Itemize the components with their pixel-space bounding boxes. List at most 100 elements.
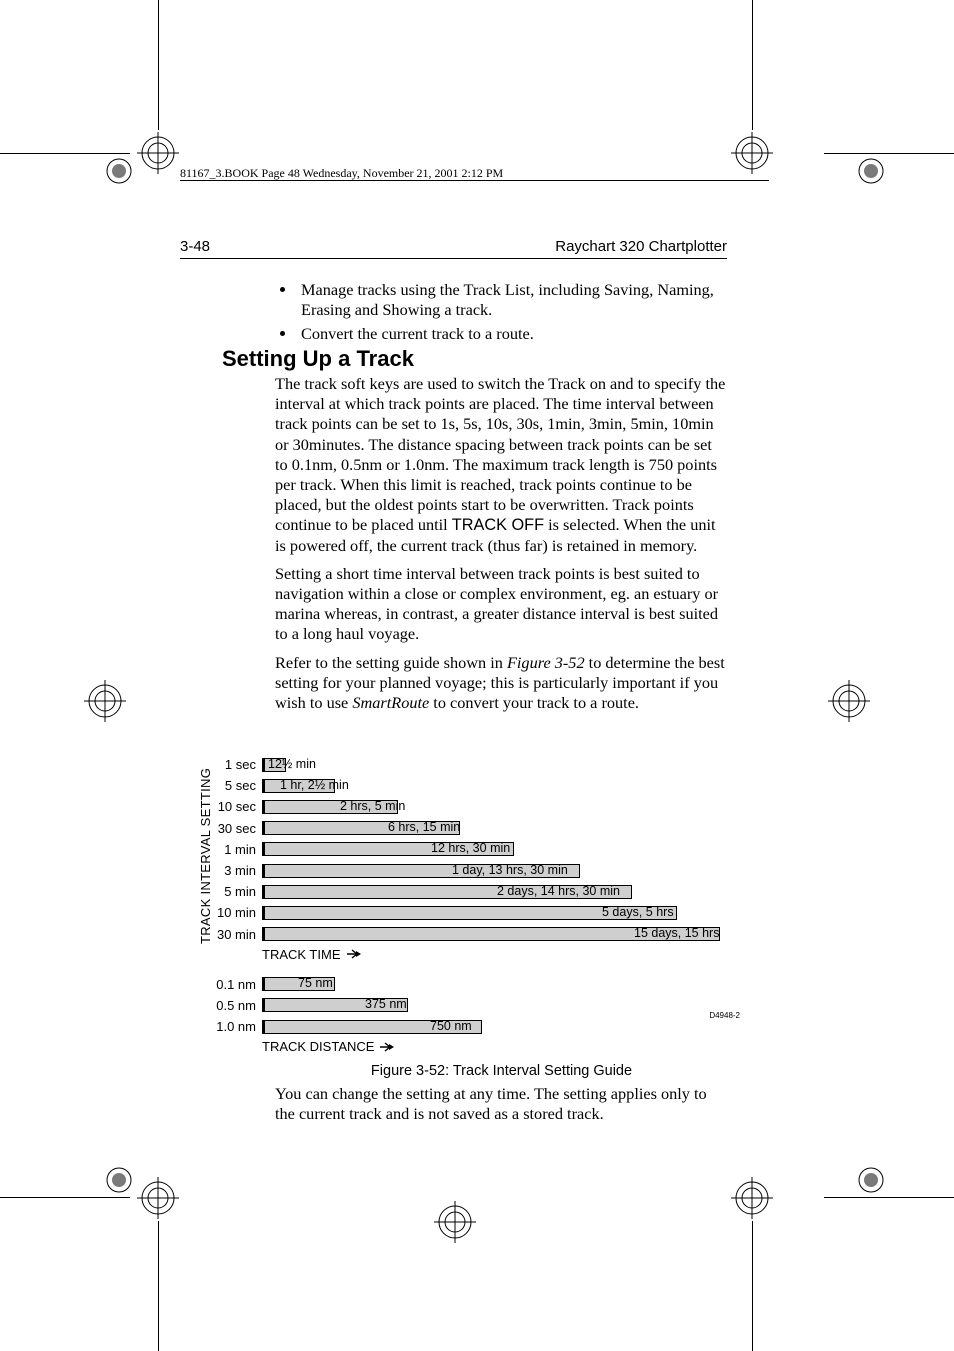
book-info: 81167_3.BOOK Page 48 Wednesday, November… <box>180 166 503 181</box>
chart-bar-row: 10 sec2 hrs, 5 min <box>200 796 730 817</box>
chart-bar-row: 1.0 nm 750 nm <box>200 1016 730 1037</box>
bullet-item: Convert the current track to a route. <box>297 324 728 344</box>
body-column: The track soft keys are used to switch t… <box>275 374 728 721</box>
paragraph: Refer to the setting guide shown in Figu… <box>275 653 728 714</box>
page-header: 3-48 Raychart 320 Chartplotter <box>180 238 727 255</box>
chart-bar-axis-tick <box>262 842 265 856</box>
chart-figure-id: D4948-2 <box>709 1011 740 1020</box>
paragraph: You can change the setting at any time. … <box>275 1084 728 1124</box>
chart-bar-row: 1 sec12½ min <box>200 754 730 775</box>
figure-ref: Figure 3-52 <box>507 653 585 672</box>
chart-bar-row: 0.5 nm 375 nm <box>200 995 730 1016</box>
chart-bar-axis-tick <box>262 977 265 991</box>
chart-bar-value: 5 days, 5 hrs <box>602 905 674 919</box>
bullet-list: Manage tracks using the Track List, incl… <box>275 280 728 345</box>
smartroute-term: SmartRoute <box>352 693 429 712</box>
chart-bar-value: 1 hr, 2½ min <box>280 778 349 792</box>
chart-bar-value: 12 hrs, 30 min <box>431 841 510 855</box>
chart-bar-axis-tick <box>262 1020 265 1034</box>
chart-bar-axis-tick <box>262 779 265 793</box>
chart-bar-value: 6 hrs, 15 min <box>388 820 460 834</box>
chart-bar-axis-tick <box>262 885 265 899</box>
arrow-right-icon <box>380 1042 394 1052</box>
chart-bar-wrap: 5 days, 5 hrs <box>262 906 722 920</box>
chart-distance-rows: 0.1 nm 75 nm 0.5 nm 375 nm 1.0 nm 750 nm <box>200 974 730 1038</box>
section-heading: Setting Up a Track <box>222 346 414 372</box>
chart-bar-value: 15 days, 15 hrs <box>634 926 719 940</box>
chart-bar-row: 3 min1 day, 13 hrs, 30 min <box>200 860 730 881</box>
chart-category-label: 0.5 nm <box>200 998 262 1013</box>
chart-bar-row: 5 sec1 hr, 2½ min <box>200 775 730 796</box>
chart-bar-wrap: 6 hrs, 15 min <box>262 821 722 835</box>
chart-time-rows: 1 sec12½ min5 sec1 hr, 2½ min10 sec2 hrs… <box>200 754 730 945</box>
page-number: 3-48 <box>180 238 210 255</box>
chart-distance-axis-label: TRACK DISTANCE <box>262 1039 730 1054</box>
side-registration-mark-icon <box>828 680 870 722</box>
chart-bar-value: 12½ min <box>268 757 316 771</box>
registration-mark-icon <box>731 1177 773 1219</box>
page-header-rule <box>180 258 727 259</box>
book-info-rule <box>180 180 769 181</box>
chart-bar-row: 5 min2 days, 14 hrs, 30 min <box>200 881 730 902</box>
crop-line <box>752 1221 753 1351</box>
chart-bar-wrap: 12 hrs, 30 min <box>262 842 722 856</box>
chart-bar-value: 75 nm <box>298 976 333 990</box>
chart-bar-wrap: 2 hrs, 5 min <box>262 800 722 814</box>
chart-bar-axis-tick <box>262 821 265 835</box>
chart-bar-wrap: 15 days, 15 hrs <box>262 927 722 941</box>
page: 81167_3.BOOK Page 48 Wednesday, November… <box>0 0 954 1351</box>
chart-category-label: 1.0 nm <box>200 1019 262 1034</box>
chart-bar-axis-tick <box>262 800 265 814</box>
bottom-registration-mark-icon <box>434 1201 476 1243</box>
body-column: Manage tracks using the Track List, incl… <box>275 280 728 355</box>
chart-y-axis-label: TRACK INTERVAL SETTING <box>198 768 213 944</box>
chart-bar-row: 0.1 nm 75 nm <box>200 974 730 995</box>
chart-bar-wrap: 1 day, 13 hrs, 30 min <box>262 864 722 878</box>
chart-bar-value: 2 days, 14 hrs, 30 min <box>497 884 620 898</box>
chart-bar-value: 750 nm <box>430 1019 472 1033</box>
text-run: The track soft keys are used to switch t… <box>275 374 725 534</box>
corner-blob-icon <box>850 150 892 192</box>
chart-category-label: 0.1 nm <box>200 977 262 992</box>
chart-bar-wrap: 750 nm <box>262 1020 722 1034</box>
chart-bar-wrap: 75 nm <box>262 977 722 991</box>
figure-caption: Figure 3-52: Track Interval Setting Guid… <box>275 1063 728 1079</box>
registration-mark-icon <box>731 132 773 174</box>
chart-bar-wrap: 2 days, 14 hrs, 30 min <box>262 885 722 899</box>
axis-label-text: TRACK TIME <box>262 947 341 962</box>
text-run: Refer to the setting guide shown in <box>275 653 507 672</box>
paragraph: Setting a short time interval between tr… <box>275 564 728 645</box>
corner-blob-icon <box>98 150 140 192</box>
chart-bar-axis-tick <box>262 864 265 878</box>
chart-bar-axis-tick <box>262 906 265 920</box>
product-title: Raychart 320 Chartplotter <box>555 238 727 255</box>
chart-bar-wrap: 375 nm <box>262 998 722 1012</box>
crop-line <box>158 1221 159 1351</box>
chart-bar-value: 1 day, 13 hrs, 30 min <box>452 863 568 877</box>
chart-bar-row: 10 min5 days, 5 hrs <box>200 902 730 923</box>
crop-line <box>752 0 753 130</box>
chart-bar-value: 375 nm <box>365 997 407 1011</box>
chart-bar-axis-tick <box>262 927 265 941</box>
arrow-right-icon <box>347 949 361 959</box>
chart-bar-row: 30 min15 days, 15 hrs <box>200 924 730 945</box>
registration-mark-icon <box>137 1177 179 1219</box>
chart-time-axis-label: TRACK TIME <box>262 947 730 962</box>
chart-bar-row: 1 min12 hrs, 30 min <box>200 839 730 860</box>
track-off-label: TRACK OFF <box>452 516 544 534</box>
corner-blob-icon <box>850 1159 892 1201</box>
chart-bar-axis-tick <box>262 758 265 772</box>
track-interval-chart: TRACK INTERVAL SETTING 1 sec12½ min5 sec… <box>200 754 730 1054</box>
corner-blob-icon <box>98 1159 140 1201</box>
side-registration-mark-icon <box>84 680 126 722</box>
chart-bar-value: 2 hrs, 5 min <box>340 799 405 813</box>
paragraph: The track soft keys are used to switch t… <box>275 374 728 556</box>
text-run: to convert your track to a route. <box>429 693 639 712</box>
bullet-item: Manage tracks using the Track List, incl… <box>297 280 728 320</box>
chart-bar-axis-tick <box>262 998 265 1012</box>
axis-label-text: TRACK DISTANCE <box>262 1039 374 1054</box>
registration-mark-icon <box>137 132 179 174</box>
crop-line <box>158 0 159 130</box>
chart-bar-wrap: 1 hr, 2½ min <box>262 779 722 793</box>
chart-bar-row: 30 sec6 hrs, 15 min <box>200 818 730 839</box>
